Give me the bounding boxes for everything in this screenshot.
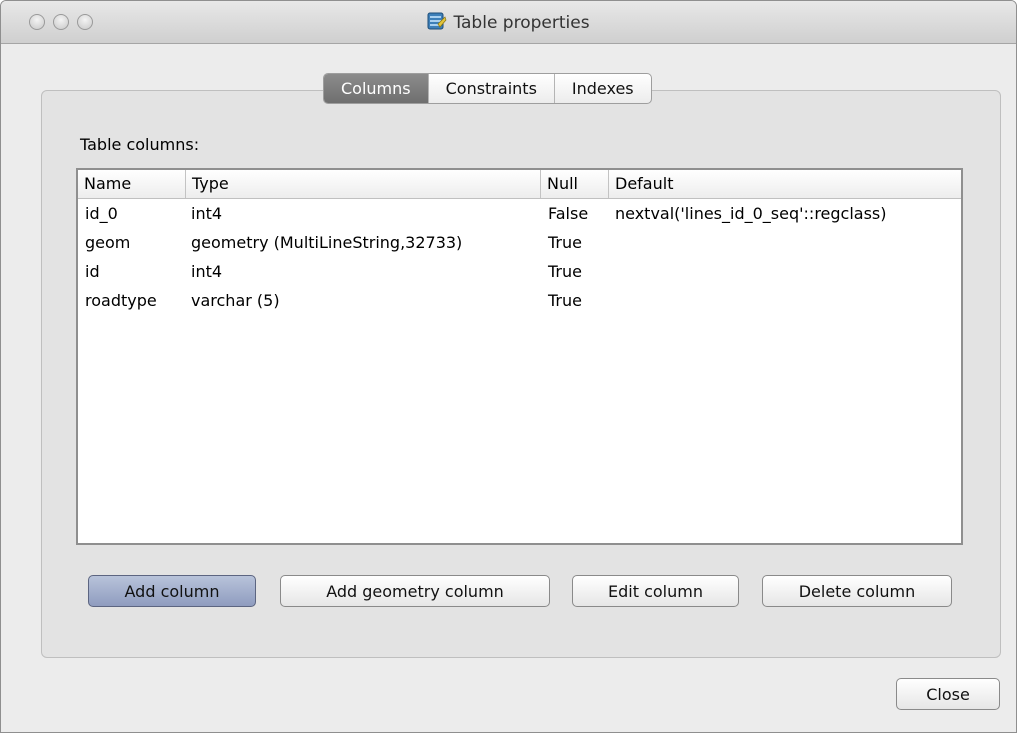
- close-button[interactable]: Close: [896, 678, 1000, 710]
- table-properties-window: Table properties Columns Constraints Ind…: [0, 0, 1017, 733]
- cell-name: roadtype: [85, 291, 157, 310]
- titlebar: Table properties: [1, 1, 1016, 44]
- cell-null: True: [548, 291, 582, 310]
- database-table-icon: [427, 11, 447, 36]
- cell-null: True: [548, 262, 582, 281]
- cell-name: id_0: [85, 204, 118, 223]
- add-geometry-column-button[interactable]: Add geometry column: [280, 575, 550, 607]
- cell-null: True: [548, 233, 582, 252]
- table-row[interactable]: roadtype varchar (5) True: [78, 286, 961, 315]
- cell-type: geometry (MultiLineString,32733): [191, 233, 463, 252]
- cell-type: varchar (5): [191, 291, 280, 310]
- table-row[interactable]: id int4 True: [78, 257, 961, 286]
- cell-type: int4: [191, 204, 223, 223]
- tab-columns[interactable]: Columns: [324, 74, 428, 103]
- table-header: Name Type Null Default: [78, 170, 961, 199]
- table-row[interactable]: geom geometry (MultiLineString,32733) Tr…: [78, 228, 961, 257]
- window-title-wrap: Table properties: [1, 11, 1016, 36]
- cell-default: nextval('lines_id_0_seq'::regclass): [615, 204, 887, 223]
- cell-name: geom: [85, 233, 131, 252]
- cell-null: False: [548, 204, 589, 223]
- header-type[interactable]: Type: [185, 170, 540, 198]
- edit-column-button[interactable]: Edit column: [572, 575, 739, 607]
- table-columns-label: Table columns:: [80, 135, 200, 154]
- tab-indexes[interactable]: Indexes: [553, 74, 651, 103]
- tab-constraints[interactable]: Constraints: [427, 74, 554, 103]
- cell-name: id: [85, 262, 100, 281]
- window-title: Table properties: [453, 13, 590, 33]
- cell-type: int4: [191, 262, 223, 281]
- delete-column-button[interactable]: Delete column: [762, 575, 952, 607]
- header-default[interactable]: Default: [608, 170, 958, 198]
- add-column-button[interactable]: Add column: [88, 575, 256, 607]
- columns-table[interactable]: Name Type Null Default id_0 int4 False n…: [76, 168, 963, 545]
- tab-bar: Columns Constraints Indexes: [323, 73, 652, 104]
- table-row[interactable]: id_0 int4 False nextval('lines_id_0_seq'…: [78, 199, 961, 228]
- header-name[interactable]: Name: [78, 170, 185, 198]
- header-null[interactable]: Null: [540, 170, 608, 198]
